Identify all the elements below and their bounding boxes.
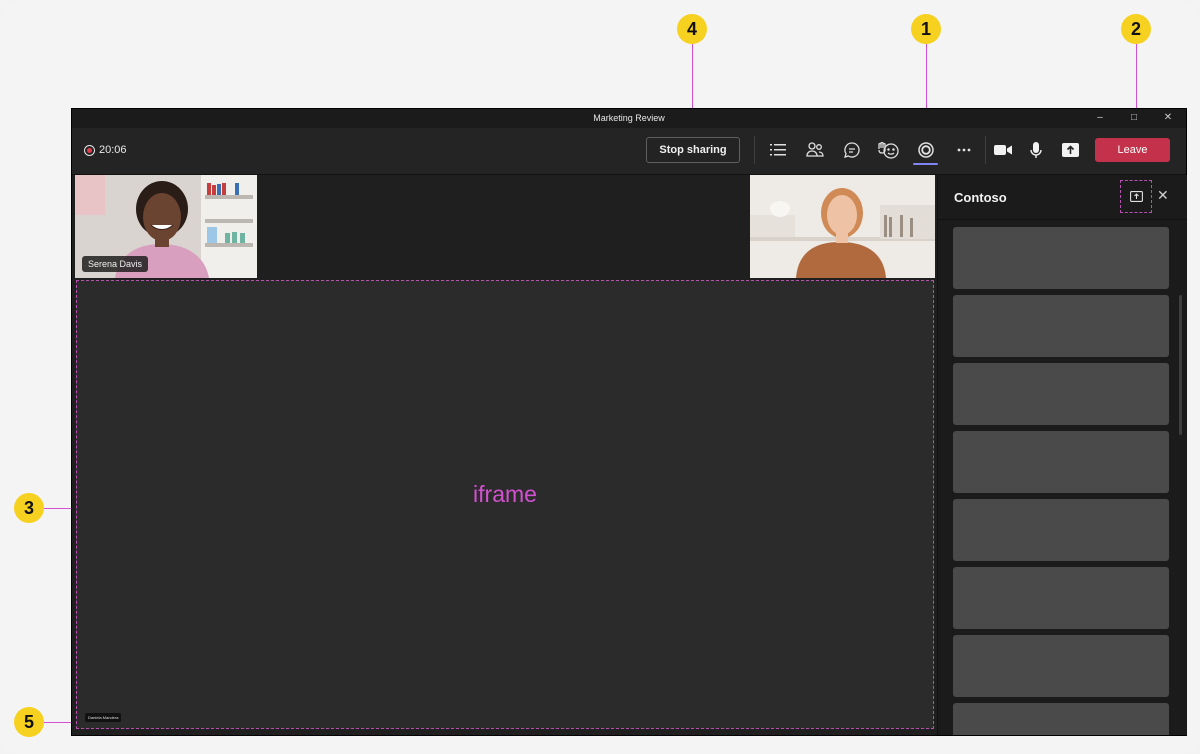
list-icon[interactable] bbox=[767, 139, 789, 161]
recording-icon bbox=[84, 144, 95, 156]
callout-badge: 2 bbox=[1121, 14, 1151, 44]
stop-sharing-button[interactable]: Stop sharing bbox=[646, 137, 740, 163]
presenter-name-tag: Daniela Mandera bbox=[85, 713, 122, 722]
camera-icon[interactable] bbox=[992, 139, 1014, 161]
participant-name: Serena Davis bbox=[82, 256, 149, 272]
react-icon[interactable] bbox=[877, 139, 899, 161]
apps-icon[interactable] bbox=[915, 139, 937, 161]
panel-card[interactable] bbox=[953, 567, 1169, 629]
window-title: Marketing Review bbox=[593, 113, 665, 123]
side-panel-header: Contoso ✕ bbox=[938, 175, 1187, 220]
share-icon[interactable] bbox=[1059, 139, 1081, 161]
more-icon[interactable] bbox=[953, 139, 975, 161]
maximize-icon[interactable]: □ bbox=[1127, 111, 1141, 125]
participant-video-tile[interactable]: Serena Davis bbox=[75, 175, 257, 278]
meeting-timer: 20:06 bbox=[84, 144, 127, 156]
chat-icon[interactable] bbox=[841, 139, 863, 161]
callout-badge: 5 bbox=[14, 707, 44, 737]
minimize-icon[interactable]: – bbox=[1093, 111, 1107, 125]
callout-badge: 3 bbox=[14, 493, 44, 523]
panel-card[interactable] bbox=[953, 499, 1169, 561]
shared-app-iframe[interactable]: iframe Daniela Mandera bbox=[76, 280, 934, 729]
teams-meeting-window: Marketing Review – □ ✕ 20:06 Stop sharin… bbox=[72, 109, 1187, 735]
iframe-label: iframe bbox=[473, 481, 537, 507]
leave-button[interactable]: Leave bbox=[1095, 138, 1170, 162]
close-panel-icon[interactable]: ✕ bbox=[1157, 188, 1169, 202]
participant-video-tile[interactable] bbox=[750, 175, 935, 278]
toolbar-divider bbox=[754, 136, 755, 164]
panel-card[interactable] bbox=[953, 227, 1169, 289]
title-bar: Marketing Review – □ ✕ bbox=[72, 109, 1186, 128]
app-side-panel: Contoso ✕ bbox=[937, 175, 1187, 735]
close-window-icon[interactable]: ✕ bbox=[1161, 111, 1175, 125]
panel-scrollbar[interactable] bbox=[1179, 295, 1182, 435]
panel-card[interactable] bbox=[953, 431, 1169, 493]
participant-photo bbox=[750, 175, 935, 278]
timer-text: 20:06 bbox=[99, 144, 127, 156]
mic-icon[interactable] bbox=[1025, 139, 1047, 161]
panel-card[interactable] bbox=[953, 635, 1169, 697]
popout-button[interactable] bbox=[1120, 180, 1152, 213]
panel-card[interactable] bbox=[953, 295, 1169, 357]
popout-icon bbox=[1129, 191, 1143, 202]
meeting-toolbar: 20:06 Stop sharing Leave bbox=[72, 128, 1186, 175]
side-panel-title: Contoso bbox=[954, 190, 1007, 205]
panel-card[interactable] bbox=[953, 363, 1169, 425]
callout-badge: 1 bbox=[911, 14, 941, 44]
toolbar-divider bbox=[985, 136, 986, 164]
people-icon[interactable] bbox=[804, 139, 826, 161]
callout-badge: 4 bbox=[677, 14, 707, 44]
apps-active-indicator bbox=[913, 163, 938, 165]
meeting-stage: Serena Davis iframe Daniela Mandera bbox=[72, 175, 937, 735]
panel-card[interactable] bbox=[953, 703, 1169, 735]
